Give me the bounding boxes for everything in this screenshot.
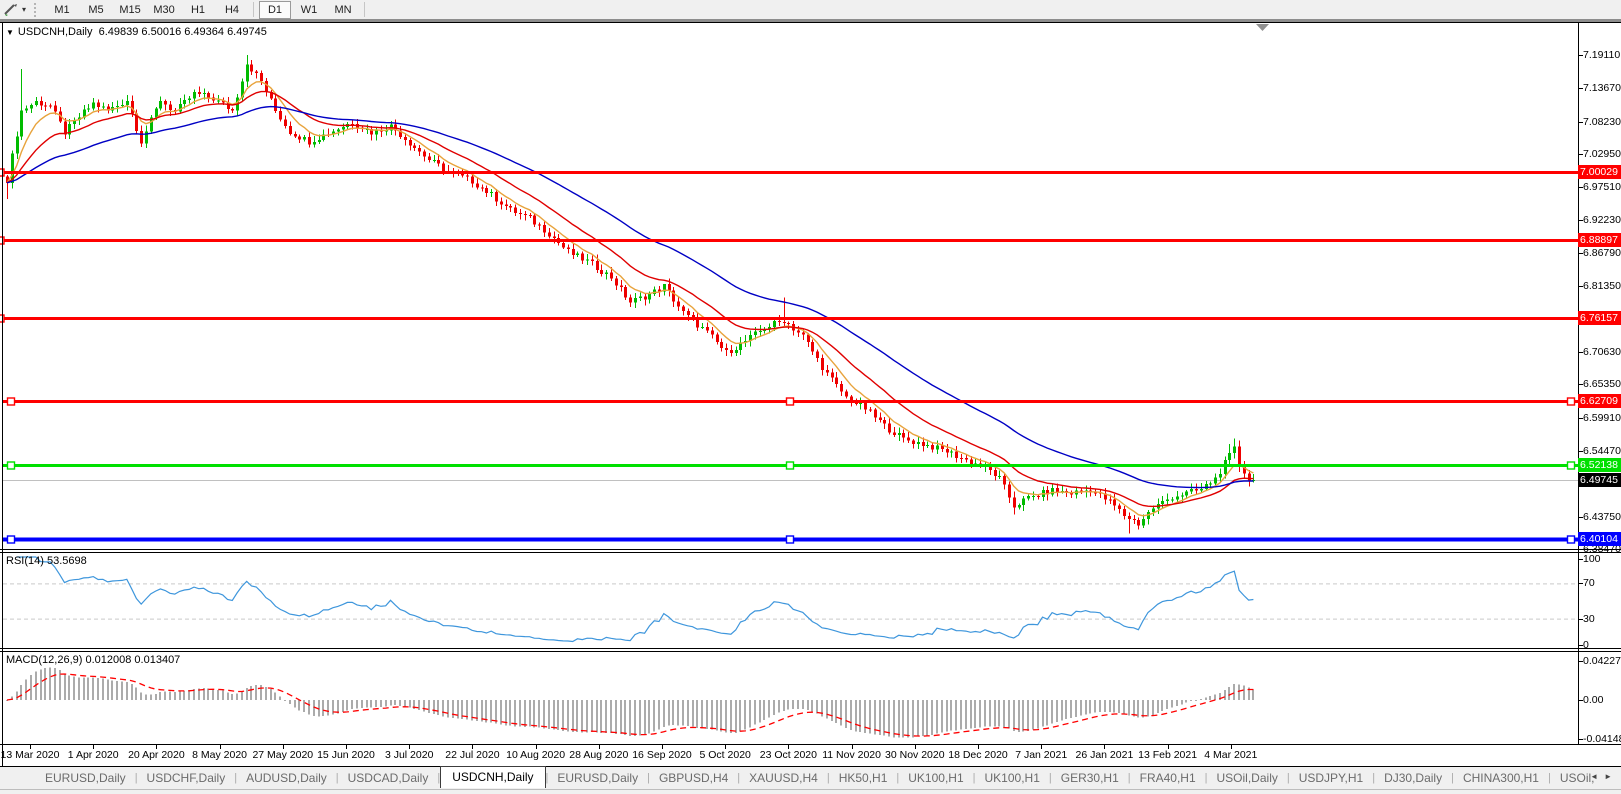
date-axis-label: 27 May 2020: [252, 749, 314, 761]
tab-xauusd-h4[interactable]: XAUUSD,H4: [740, 769, 827, 787]
rsi-pane-label: RSI(14) 53.5698: [6, 555, 87, 567]
tab-usdchf-daily[interactable]: USDCHF,Daily: [138, 769, 235, 787]
date-axis-label: 15 Jun 2020: [317, 749, 375, 761]
date-axis-label: 1 Apr 2020: [67, 749, 119, 761]
toolbar-separator: [253, 2, 255, 17]
price-axis-label: 6.65350: [1583, 378, 1621, 391]
toolbar-separator: [364, 2, 366, 17]
price-axis-label: 6.54470: [1583, 444, 1621, 457]
date-axis-label: 28 Aug 2020: [569, 749, 629, 761]
tab-uk100-h1[interactable]: UK100,H1: [899, 769, 972, 787]
timeframe-button-d1[interactable]: D1: [259, 0, 292, 19]
date-axis-label: 16 Sep 2020: [632, 749, 692, 761]
macd-axis-label: 0.042275: [1583, 654, 1621, 667]
price-axis-label: 6.70630: [1583, 345, 1621, 358]
date-axis-label: 30 Nov 2020: [885, 749, 945, 761]
tab-ger30-h1[interactable]: GER30,H1: [1052, 769, 1128, 787]
date-axis-label: 13 Mar 2020: [0, 749, 60, 761]
price-axis-label: 6.43750: [1583, 510, 1621, 523]
tab-scroll-left-icon[interactable]: ◄: [1590, 772, 1604, 781]
trading-terminal-window: ▾ M1 M5 M15 M30 H1 H4 D1 W1 MN ▼ USDCNH,Daily 6.4…: [0, 0, 1621, 794]
rsi-axis-label: 0: [1583, 639, 1589, 651]
tab-china300-h1[interactable]: CHINA300,H1: [1454, 769, 1548, 787]
date-axis-label: 4 Mar 2021: [1204, 749, 1258, 761]
timeframe-button-m1[interactable]: M1: [46, 1, 78, 19]
tab-uk100-h1[interactable]: UK100,H1: [976, 769, 1049, 787]
date-axis-label: 11 Nov 2020: [822, 749, 881, 761]
timeframe-button-m15[interactable]: M15: [114, 1, 146, 19]
tab-usdcad-daily[interactable]: USDCAD,Daily: [339, 769, 438, 787]
chart-tab-bar: EURUSD,Daily | USDCHF,Daily | AUDUSD,Daily | U…: [0, 766, 1621, 789]
date-axis-label: 18 Dec 2020: [948, 749, 1008, 761]
date-axis-label: 20 Apr 2020: [128, 749, 185, 761]
price-axis-label: 7.13670: [1583, 82, 1621, 95]
chart-collapse-icon[interactable]: ▼: [6, 28, 14, 37]
date-axis-label: 3 Jul 2020: [384, 749, 434, 761]
tab-scroll-arrows: ◄►: [1590, 772, 1618, 781]
rsi-axis-label: 100: [1583, 553, 1601, 565]
price-axis-label: 6.86790: [1583, 246, 1621, 259]
caret-down-icon[interactable]: ▾: [22, 5, 26, 14]
date-axis-label: 7 Jan 2021: [1015, 749, 1068, 761]
tab-scroll-right-icon[interactable]: ►: [1604, 772, 1618, 781]
price-level-tag: 6.40104: [1578, 531, 1621, 546]
date-axis-label: 10 Aug 2020: [506, 749, 566, 761]
price-axis-label: 7.19110: [1583, 49, 1621, 61]
toolbar-grip[interactable]: [34, 2, 39, 17]
macd-pane-label: MACD(12,26,9) 0.012008 0.013407: [6, 654, 181, 666]
rsi-axis-label: 30: [1583, 612, 1595, 625]
price-axis-label: 7.08230: [1583, 115, 1621, 128]
timeframe-button-h4[interactable]: H4: [216, 1, 248, 19]
price-level-tag: 6.52138: [1578, 458, 1621, 473]
price-level-tag: 6.76157: [1578, 311, 1621, 326]
macd-values: 0.012008 0.013407: [85, 654, 181, 666]
timeframe-button-m30[interactable]: M30: [148, 1, 180, 19]
timeframe-buttons: M1 M5 M15 M30 H1 H4 D1 W1 MN: [45, 0, 369, 19]
price-axis-label: 6.59910: [1583, 411, 1621, 424]
timeframe-button-h1[interactable]: H1: [182, 1, 214, 19]
tab-usdcnh-daily-active[interactable]: USDCNH,Daily: [440, 766, 546, 788]
timeframe-button-w1[interactable]: W1: [293, 1, 325, 19]
chart-canvas[interactable]: [3, 23, 1578, 549]
chart-draw-icon: [4, 4, 17, 16]
chart-ohlc-values: 6.49839 6.50016 6.49364 6.49745: [98, 26, 267, 38]
chart-title: ▼ USDCNH,Daily 6.49839 6.50016 6.49364 6.…: [6, 26, 267, 38]
tab-dj30-daily[interactable]: DJ30,Daily: [1375, 769, 1451, 787]
price-axis-label: 6.92230: [1583, 213, 1621, 226]
tab-hk50-h1[interactable]: HK50,H1: [830, 769, 897, 787]
rsi-axis-label: 70: [1583, 577, 1595, 590]
date-axis-label: 5 Oct 2020: [699, 749, 751, 761]
price-level-tag: 7.00029: [1578, 164, 1621, 179]
tab-eurusd-daily[interactable]: EURUSD,Daily: [36, 769, 135, 787]
tab-gbpusd-h4[interactable]: GBPUSD,H4: [650, 769, 737, 787]
chart-symbol-label: USDCNH,Daily: [17, 26, 93, 38]
price-axis-label: 7.02950: [1583, 147, 1621, 160]
price-axis-label: 6.97510: [1583, 181, 1621, 194]
macd-axis-label: -0.04148: [1583, 732, 1621, 745]
price-level-tag: 6.88897: [1578, 233, 1621, 248]
rsi-value: 53.5698: [46, 555, 87, 567]
date-axis-label: 22 Jul 2020: [445, 749, 500, 761]
date-axis-label: 13 Feb 2021: [1138, 749, 1198, 761]
price-level-tag: 6.62709: [1578, 393, 1621, 408]
chart-tool-button[interactable]: ▾: [0, 0, 30, 19]
date-axis-label: 23 Oct 2020: [759, 749, 817, 761]
status-strip: [0, 789, 1621, 794]
tab-fra40-h1[interactable]: FRA40,H1: [1131, 769, 1205, 787]
timeframe-button-mn[interactable]: MN: [327, 1, 359, 19]
timeframe-toolbar: ▾ M1 M5 M15 M30 H1 H4 D1 W1 MN: [0, 0, 1621, 22]
timeframe-button-m5[interactable]: M5: [80, 1, 112, 19]
date-axis-label: 26 Jan 2021: [1075, 749, 1134, 761]
price-axis-label: 6.81350: [1583, 280, 1621, 293]
tab-audusd-daily[interactable]: AUDUSD,Daily: [237, 769, 336, 787]
tab-usdjpy-h1[interactable]: USDJPY,H1: [1290, 769, 1372, 787]
date-axis-label: 8 May 2020: [192, 749, 248, 761]
tab-eurusd-daily[interactable]: EURUSD,Daily: [548, 769, 647, 787]
macd-axis-label: 0.00: [1583, 694, 1604, 706]
current-price-tag: 6.49745: [1578, 472, 1621, 487]
tab-usoil-daily[interactable]: USOil,Daily: [1208, 769, 1287, 787]
